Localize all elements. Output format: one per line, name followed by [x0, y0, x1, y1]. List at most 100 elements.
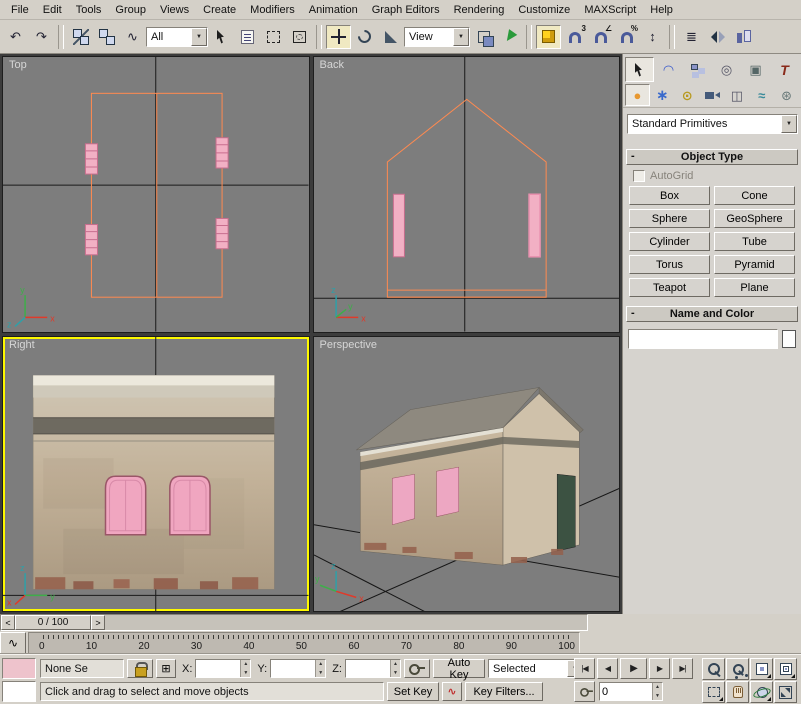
viewport-perspective[interactable]: z x y Perspective	[313, 336, 621, 613]
bind-to-space-warp-button[interactable]: ∿	[120, 25, 145, 49]
menu-rendering[interactable]: Rendering	[447, 2, 512, 18]
object-name-input[interactable]	[628, 329, 778, 349]
teapot-button[interactable]: Teapot	[629, 278, 710, 297]
menu-edit[interactable]: Edit	[36, 2, 69, 18]
use-pivot-point-center-button[interactable]	[471, 25, 496, 49]
subtab-shapes[interactable]: ∗	[650, 84, 675, 106]
x-spinner[interactable]: ▲▼	[240, 660, 250, 677]
snap-toggle-3d-button[interactable]: 3	[562, 25, 587, 49]
menu-animation[interactable]: Animation	[302, 2, 365, 18]
object-color-swatch[interactable]	[782, 330, 796, 348]
menu-tools[interactable]: Tools	[69, 2, 109, 18]
menu-views[interactable]: Views	[153, 2, 196, 18]
new-key-default-in-out-button[interactable]: ∿	[442, 682, 462, 701]
house-model[interactable]	[356, 387, 583, 565]
select-by-name-button[interactable]	[235, 25, 260, 49]
select-and-link-button[interactable]	[68, 25, 93, 49]
torus-button[interactable]: Torus	[629, 255, 710, 274]
zoom-extents-button[interactable]	[750, 658, 773, 680]
frame-spinner[interactable]: ▲▼	[652, 683, 662, 700]
menu-customize[interactable]: Customize	[511, 2, 577, 18]
viewport-top-canvas[interactable]: y x z	[3, 57, 309, 332]
box-button[interactable]: Box	[629, 186, 710, 205]
selection-filter-dropdown[interactable]: All▼	[146, 27, 208, 47]
key-mode-toggle-button[interactable]	[574, 681, 595, 702]
viewport-back-canvas[interactable]: z x y	[314, 57, 620, 332]
y-spinner[interactable]: ▲▼	[315, 660, 325, 677]
window-crossing-button[interactable]	[287, 25, 312, 49]
open-mini-curve-editor-button[interactable]: ∿	[0, 632, 26, 654]
chevron-down-icon[interactable]: ▼	[453, 28, 469, 46]
zoom-all-button[interactable]	[726, 658, 749, 680]
house-wireframe[interactable]	[91, 93, 222, 297]
percent-snap-toggle-button[interactable]: %	[614, 25, 639, 49]
menu-group[interactable]: Group	[108, 2, 153, 18]
align-button[interactable]	[731, 25, 756, 49]
select-and-manipulate-button[interactable]	[497, 25, 522, 49]
min-max-toggle-button[interactable]	[774, 681, 797, 703]
subtab-systems[interactable]: ⊛	[774, 84, 799, 106]
viewport-label[interactable]: Top	[9, 59, 27, 71]
z-spinner[interactable]: ▲▼	[390, 660, 400, 677]
previous-frame-button[interactable]: ◀	[597, 658, 618, 679]
next-frame-button[interactable]: ▶	[649, 658, 670, 679]
viewport-label[interactable]: Perspective	[320, 339, 377, 351]
viewport-back[interactable]: z x y Back	[313, 56, 621, 333]
textured-wall[interactable]	[33, 375, 274, 589]
menu-maxscript[interactable]: MAXScript	[577, 2, 643, 18]
viewport-right-canvas[interactable]: z y x	[3, 337, 309, 612]
menu-modifiers[interactable]: Modifiers	[243, 2, 302, 18]
set-key-button[interactable]: Set Key	[387, 682, 439, 701]
chevron-down-icon[interactable]: ▼	[781, 115, 797, 133]
select-and-uniform-scale-button[interactable]	[378, 25, 403, 49]
menu-create[interactable]: Create	[196, 2, 243, 18]
time-slider-handle[interactable]: 0 / 100	[15, 615, 91, 630]
z-coordinate-input[interactable]	[346, 660, 390, 677]
collapse-icon[interactable]: -	[631, 150, 635, 162]
redo-button[interactable]: ↷	[29, 25, 54, 49]
zoom-extents-all-button[interactable]	[774, 658, 797, 680]
subtab-cameras[interactable]	[700, 84, 725, 106]
maxscript-mini-listener-macro[interactable]	[2, 658, 36, 679]
y-coordinate-input[interactable]	[271, 660, 315, 677]
menu-graph-editors[interactable]: Graph Editors	[365, 2, 447, 18]
object-type-rollout-header[interactable]: - Object Type	[626, 149, 798, 165]
track-bar[interactable]: 0102030405060708090100	[28, 632, 580, 654]
menu-help[interactable]: Help	[643, 2, 680, 18]
selection-set-dropdown[interactable]: Selected ▼	[488, 659, 584, 678]
edit-named-selection-sets-button[interactable]: ≣	[679, 25, 704, 49]
current-frame-field[interactable]: ▲▼	[599, 682, 663, 701]
plane-button[interactable]: Plane	[714, 278, 795, 297]
undo-button[interactable]: ↶	[3, 25, 28, 49]
set-keys-button[interactable]	[404, 659, 430, 678]
mirror-button[interactable]	[705, 25, 730, 49]
tube-button[interactable]: Tube	[714, 232, 795, 251]
tab-create[interactable]	[625, 57, 654, 82]
viewport-perspective-canvas[interactable]: z x y	[314, 337, 620, 612]
unlink-selection-button[interactable]	[94, 25, 119, 49]
go-to-start-button[interactable]: |◀	[574, 658, 595, 679]
collapse-icon[interactable]: -	[631, 307, 635, 319]
cone-button[interactable]: Cone	[714, 186, 795, 205]
previous-frame-slider-button[interactable]: <	[1, 615, 15, 630]
reference-coordinate-system-dropdown[interactable]: View▼	[404, 27, 470, 47]
subtab-space-warps[interactable]: ≈	[749, 84, 774, 106]
cylinder-button[interactable]: Cylinder	[629, 232, 710, 251]
subtab-lights[interactable]: ⊙	[675, 84, 700, 106]
select-and-rotate-button[interactable]	[352, 25, 377, 49]
subtab-geometry[interactable]: ●	[625, 84, 650, 106]
auto-key-button[interactable]: Auto Key	[433, 659, 485, 678]
tab-modify[interactable]: ◠	[654, 57, 683, 82]
tab-hierarchy[interactable]	[683, 57, 712, 82]
angle-snap-toggle-button[interactable]: ∠	[588, 25, 613, 49]
select-object-button[interactable]	[209, 25, 234, 49]
z-coordinate-field[interactable]: ▲▼	[345, 659, 401, 678]
select-and-move-button[interactable]	[326, 25, 351, 49]
door-object[interactable]	[557, 474, 575, 551]
y-coordinate-field[interactable]: ▲▼	[270, 659, 326, 678]
pan-button[interactable]	[726, 681, 749, 703]
rectangular-selection-region-button[interactable]	[261, 25, 286, 49]
maxscript-mini-listener[interactable]	[2, 681, 36, 702]
primitives-category-dropdown[interactable]: Standard Primitives ▼	[627, 114, 798, 134]
window-objects[interactable]	[393, 194, 540, 257]
